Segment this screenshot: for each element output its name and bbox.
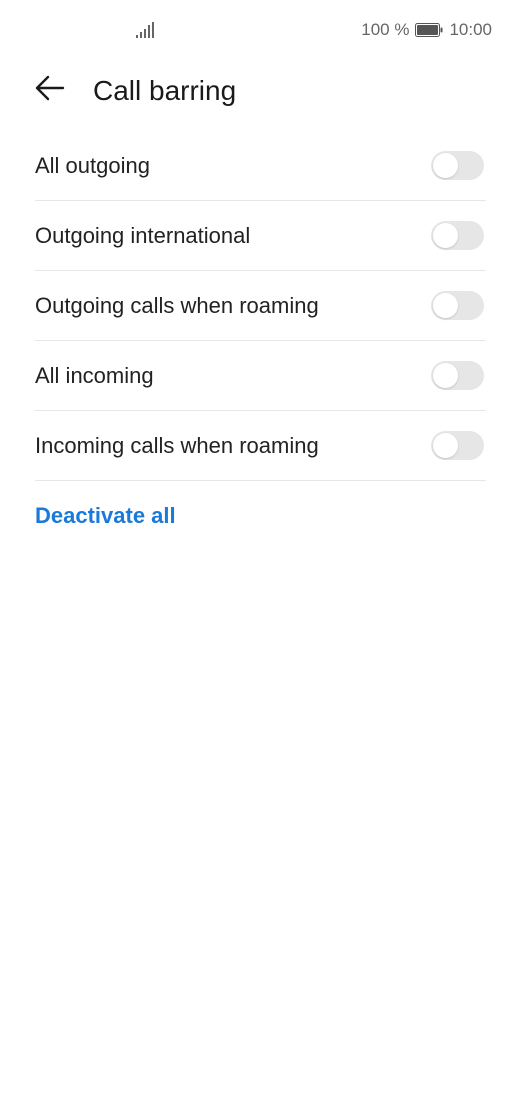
deactivate-all-button[interactable]: Deactivate all [35, 500, 176, 532]
call-barring-settings-list: All outgoing Outgoing international Outg… [35, 131, 486, 481]
back-button[interactable] [30, 72, 70, 108]
toggle-knob [433, 363, 458, 388]
status-time: 10:00 [449, 20, 492, 39]
toggle-knob [433, 433, 458, 458]
setting-label: Outgoing international [35, 222, 251, 248]
toggle-knob [433, 223, 458, 248]
setting-row-all-outgoing[interactable]: All outgoing [35, 131, 486, 201]
all-incoming-toggle[interactable] [431, 361, 484, 390]
setting-label: Incoming calls when roaming [35, 432, 319, 458]
call-barring-screen: 100 % 10:00 Call barring All outgoing Ou… [0, 0, 521, 1116]
all-outgoing-toggle[interactable] [431, 151, 484, 180]
toggle-knob [433, 153, 458, 178]
battery-percent: 100 % [361, 20, 410, 39]
setting-row-all-incoming[interactable]: All incoming [35, 341, 486, 411]
status-right-group: 100 % 10:00 [361, 20, 492, 40]
setting-row-outgoing-international[interactable]: Outgoing international [35, 201, 486, 271]
outgoing-international-toggle[interactable] [431, 221, 484, 250]
setting-label: All incoming [35, 362, 154, 388]
incoming-roaming-toggle[interactable] [431, 431, 484, 460]
setting-label: All outgoing [35, 152, 150, 178]
page-title: Call barring [93, 75, 237, 106]
setting-row-outgoing-roaming[interactable]: Outgoing calls when roaming [35, 271, 486, 341]
setting-label: Outgoing calls when roaming [35, 292, 319, 318]
battery-full-icon [415, 23, 443, 37]
toggle-knob [433, 293, 458, 318]
outgoing-roaming-toggle[interactable] [431, 291, 484, 320]
arrow-left-icon [35, 75, 65, 106]
setting-row-incoming-roaming[interactable]: Incoming calls when roaming [35, 411, 486, 481]
signal-bars-icon [136, 22, 154, 38]
status-bar: 100 % 10:00 [0, 0, 521, 60]
app-header: Call barring [0, 60, 521, 122]
